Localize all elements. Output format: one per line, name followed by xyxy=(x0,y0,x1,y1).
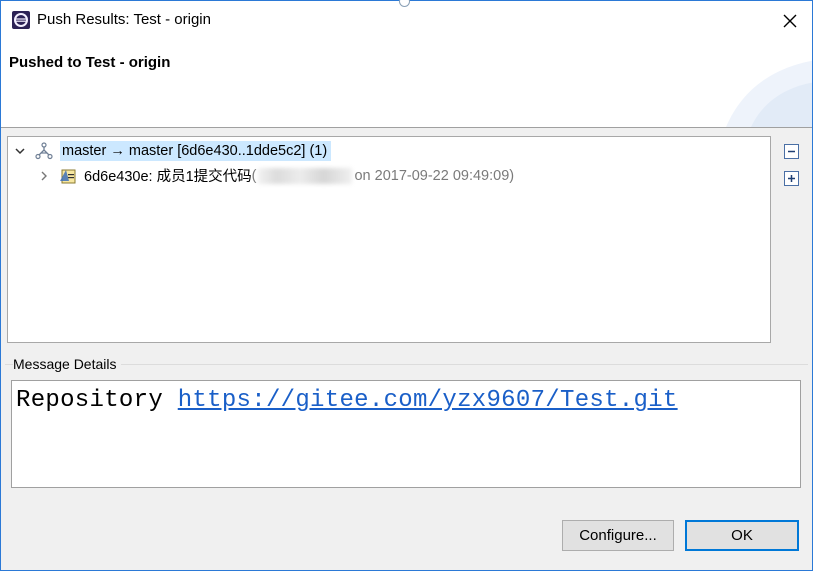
collapse-all-button[interactable] xyxy=(784,144,799,159)
collapse-all-icon xyxy=(788,150,795,153)
repository-url-link[interactable]: https://gitee.com/yzx9607/Test.git xyxy=(178,387,678,414)
eclipse-app-icon xyxy=(12,11,30,29)
ok-button[interactable]: OK xyxy=(685,520,799,551)
push-results-tree[interactable]: master → master [6d6e430..1dde5c2] (1) 6… xyxy=(7,136,771,343)
chevron-down-icon[interactable] xyxy=(12,143,28,159)
message-details-group: Message Details Repository https://gitee… xyxy=(5,356,808,495)
ref-update-row[interactable]: master → master [6d6e430..1dde5c2] (1) xyxy=(12,139,332,162)
redacted-author xyxy=(258,167,353,184)
expand-all-icon xyxy=(788,175,795,182)
message-prefix: Repository xyxy=(16,387,178,414)
close-icon xyxy=(783,14,797,27)
configure-button[interactable]: Configure... xyxy=(562,520,674,551)
header-banner: Pushed to Test - origin xyxy=(1,40,812,127)
commit-icon xyxy=(60,169,76,183)
commit-paren: ( xyxy=(251,167,257,184)
branch-icon xyxy=(35,141,53,159)
close-button[interactable] xyxy=(768,1,812,40)
ref-update-label: master → master [6d6e430..1dde5c2] (1) xyxy=(60,140,332,161)
push-results-dialog: Push Results: Test - origin Pushed to Te… xyxy=(0,0,813,571)
commit-row[interactable]: 6d6e430e: 成员1提交代码 ( on 2017-09-22 09:49:… xyxy=(36,164,514,187)
title-bar: Push Results: Test - origin xyxy=(1,1,812,40)
message-content: Repository https://gitee.com/yzx9607/Tes… xyxy=(16,387,678,414)
message-details-label: Message Details xyxy=(13,356,121,372)
commit-date: on 2017-09-22 09:49:09) xyxy=(354,167,515,184)
commit-label: 6d6e430e: 成员1提交代码 xyxy=(84,169,252,185)
message-details-text[interactable]: Repository https://gitee.com/yzx9607/Tes… xyxy=(11,380,801,488)
banner-decoration xyxy=(726,60,812,127)
banner-separator xyxy=(1,127,812,128)
page-title: Pushed to Test - origin xyxy=(9,54,171,71)
chevron-right-icon[interactable] xyxy=(36,168,52,184)
expand-all-button[interactable] xyxy=(784,171,799,186)
window-title: Push Results: Test - origin xyxy=(37,11,211,28)
message-details-divider xyxy=(5,364,808,365)
